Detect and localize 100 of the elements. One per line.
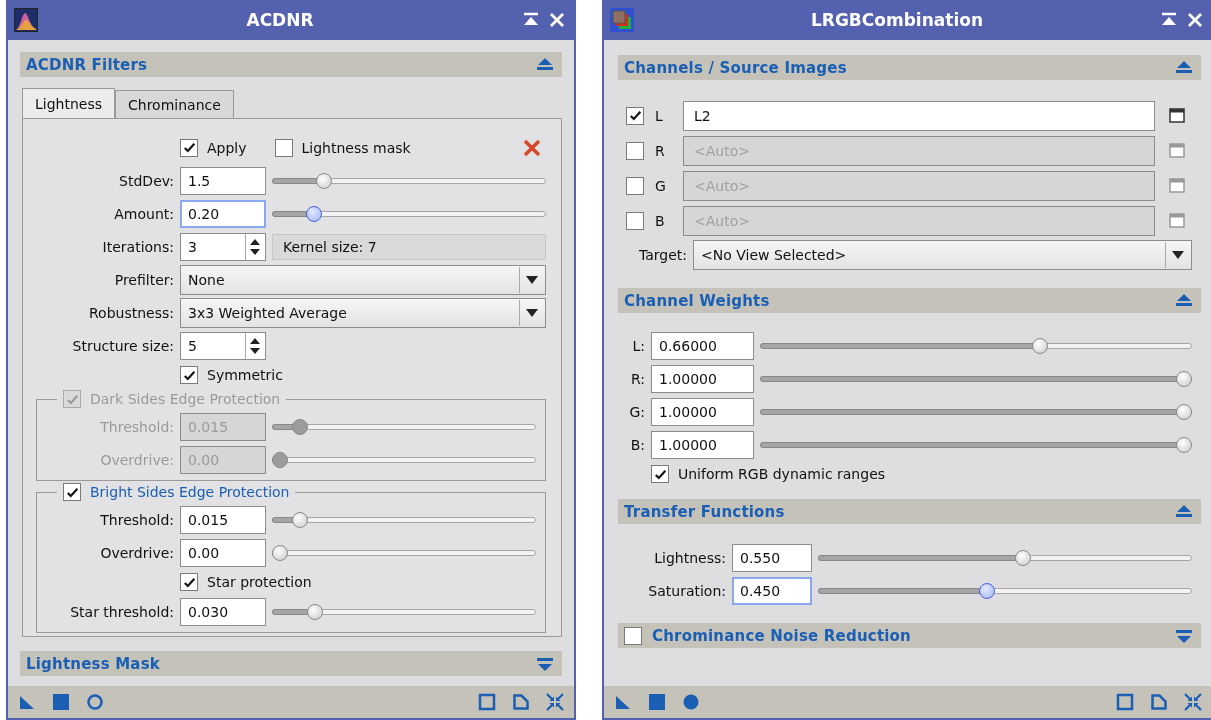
triangle-icon[interactable] [18, 693, 36, 711]
field-label: L: [631, 337, 645, 354]
number-field[interactable]: 1.00000 [651, 364, 754, 393]
image-field[interactable]: L2 [683, 100, 1155, 131]
document-icon[interactable] [1150, 693, 1168, 711]
slider-thumb[interactable] [1014, 549, 1031, 566]
number-field[interactable]: 0.450 [732, 576, 812, 605]
dropdown[interactable]: <No View Selected> [693, 239, 1192, 270]
number-field[interactable]: 1.00000 [651, 430, 754, 459]
slider[interactable] [272, 602, 536, 621]
checkbox[interactable] [626, 211, 644, 230]
collapse-icon[interactable] [536, 56, 554, 73]
slider[interactable] [272, 171, 546, 190]
number-field[interactable]: 0.030 [180, 597, 266, 626]
overlapping-squares-icon [610, 8, 634, 32]
shade-icon[interactable] [522, 12, 540, 28]
number-field[interactable]: 0.66000 [651, 331, 754, 360]
checkbox[interactable] [626, 176, 644, 195]
slider-thumb[interactable] [272, 544, 288, 561]
section-header[interactable]: Lightness Mask [20, 651, 562, 676]
slider-thumb[interactable] [306, 603, 323, 620]
checkbox-label: Uniform RGB dynamic ranges [678, 466, 886, 482]
square-outline-icon[interactable] [1116, 693, 1134, 711]
section-header[interactable]: Channel Weights [618, 288, 1201, 313]
checkbox[interactable] [651, 465, 669, 483]
tab[interactable]: Lightness [22, 88, 115, 118]
section-header[interactable]: Channels / Source Images [618, 55, 1201, 80]
field-label: Structure size: [71, 337, 174, 354]
slider[interactable] [818, 581, 1192, 600]
dropdown[interactable]: 3x3 Weighted Average [180, 297, 546, 328]
shrink-arrows-icon[interactable] [1184, 693, 1202, 711]
circle-icon[interactable] [86, 693, 104, 711]
checkbox[interactable] [180, 366, 198, 384]
collapse-icon[interactable] [1175, 292, 1193, 309]
checkbox[interactable] [180, 573, 198, 591]
slider[interactable] [760, 369, 1192, 388]
checkbox[interactable] [626, 141, 644, 160]
square-icon[interactable] [52, 693, 70, 711]
square-icon[interactable] [648, 693, 666, 711]
slider-thumb[interactable] [979, 582, 996, 599]
group-title: Bright Sides Edge Protection [90, 484, 290, 500]
slider-thumb[interactable] [315, 172, 332, 189]
number-field[interactable]: 0.20 [180, 199, 266, 228]
expand-icon[interactable] [536, 655, 554, 672]
checkbox[interactable] [274, 138, 293, 157]
section-header[interactable]: ACDNR Filters [20, 52, 562, 77]
slider[interactable] [272, 543, 536, 562]
circle-icon[interactable] [682, 693, 700, 711]
checkbox[interactable] [63, 483, 81, 501]
slider[interactable] [272, 204, 546, 223]
x-mark-icon[interactable] [522, 137, 542, 158]
field-label: B: [629, 436, 645, 453]
slider[interactable] [760, 402, 1192, 421]
checkbox[interactable] [180, 138, 198, 157]
slider[interactable] [272, 510, 536, 529]
slider[interactable] [818, 548, 1192, 567]
field-label: Star threshold: [69, 603, 174, 620]
number-field[interactable]: 1.5 [180, 166, 266, 195]
slider-thumb[interactable] [1176, 403, 1192, 420]
spin-box[interactable]: 5 [180, 331, 266, 360]
section-title: Transfer Functions [624, 502, 786, 521]
slider[interactable] [760, 336, 1192, 355]
number-field[interactable]: 0.00 [180, 538, 266, 567]
field-label: Lightness: [653, 549, 726, 566]
slider-thumb[interactable] [1032, 337, 1049, 354]
dropdown-arrow-icon [524, 274, 540, 285]
field-label: Amount: [113, 205, 174, 222]
shrink-arrows-icon[interactable] [546, 693, 564, 711]
section-header[interactable]: Chrominance Noise Reduction [618, 623, 1201, 648]
spin-box[interactable]: 3 [180, 232, 266, 261]
dropdown-arrow-icon [524, 307, 540, 318]
tab[interactable]: Chrominance [115, 90, 234, 118]
triangle-icon[interactable] [614, 693, 632, 711]
section-title: Lightness Mask [26, 654, 161, 673]
collapse-icon[interactable] [1175, 59, 1193, 76]
window-title: LRGBCombination [810, 10, 984, 30]
slider[interactable] [760, 435, 1192, 454]
slider-thumb[interactable] [1176, 370, 1192, 387]
square-outline-icon[interactable] [478, 693, 496, 711]
slider-thumb[interactable] [1176, 436, 1192, 453]
histogram-icon [14, 8, 38, 32]
slider-thumb[interactable] [291, 511, 308, 528]
section-header[interactable]: Transfer Functions [618, 499, 1201, 524]
checkbox[interactable] [624, 626, 642, 645]
number-field[interactable]: 0.550 [732, 543, 812, 572]
document-icon[interactable] [512, 693, 530, 711]
shade-icon[interactable] [1160, 12, 1178, 28]
checkmark-icon [627, 108, 643, 123]
checkbox[interactable] [626, 106, 644, 125]
dropdown[interactable]: None [180, 264, 546, 295]
field-label: Prefilter: [113, 271, 174, 288]
expand-icon[interactable] [1175, 627, 1193, 644]
collapse-icon[interactable] [1175, 503, 1193, 520]
number-field[interactable]: 1.00000 [651, 397, 754, 426]
number-field[interactable]: 0.015 [180, 505, 266, 534]
checkbox-label: Star protection [207, 574, 312, 590]
close-icon[interactable] [1186, 11, 1204, 29]
view-selector-icon[interactable] [1169, 108, 1185, 123]
close-icon[interactable] [548, 11, 566, 29]
slider-thumb[interactable] [305, 205, 322, 222]
